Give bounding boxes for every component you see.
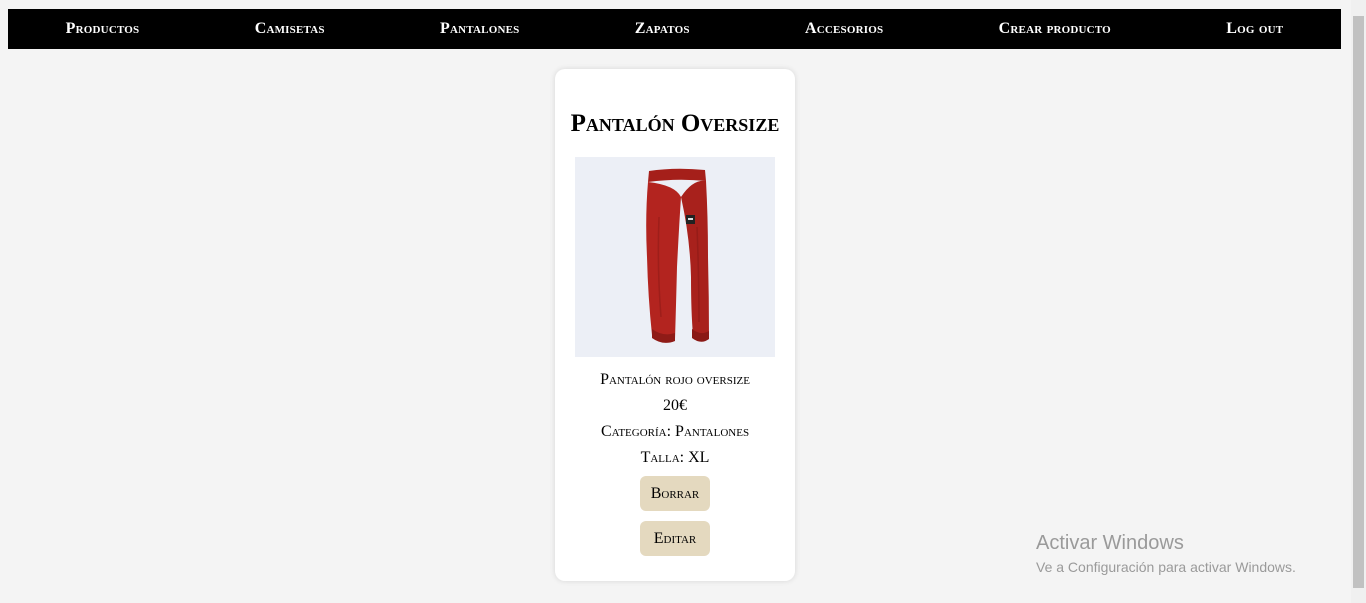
nav-item-camisetas[interactable]: Camisetas [255, 20, 325, 38]
product-category: Categoría: Pantalones [600, 423, 750, 440]
product-price: 20€ [663, 397, 687, 414]
edit-button[interactable]: Editar [640, 521, 710, 556]
product-title: Pantalón Oversize [570, 110, 780, 137]
nav-item-log-out[interactable]: Log out [1226, 20, 1283, 38]
watermark-title: Activar Windows [1036, 532, 1184, 554]
product-card: Pantalón Oversize Pantalón rojo oversize… [555, 69, 795, 581]
delete-button[interactable]: Borrar [640, 476, 710, 511]
nav-item-accesorios[interactable]: Accesorios [805, 20, 883, 38]
scrollbar-thumb[interactable] [1353, 16, 1364, 588]
product-description: Pantalón rojo oversize [600, 371, 750, 388]
watermark-subtitle: Ve a Configuración para activar Windows. [1036, 559, 1296, 575]
main-navbar: Productos Camisetas Pantalones Zapatos A… [8, 9, 1341, 49]
product-size: Talla: XL [640, 449, 710, 466]
nav-item-crear-producto[interactable]: Crear producto [999, 20, 1111, 38]
nav-item-productos[interactable]: Productos [66, 20, 140, 38]
windows-activation-watermark: Activar Windows Ve a Configuración para … [1036, 531, 1296, 577]
nav-item-pantalones[interactable]: Pantalones [440, 20, 519, 38]
red-pants-image [646, 168, 709, 343]
page: Productos Camisetas Pantalones Zapatos A… [0, 0, 1366, 603]
vertical-scrollbar[interactable] [1351, 0, 1366, 603]
nav-item-zapatos[interactable]: Zapatos [635, 20, 690, 38]
product-image [575, 157, 775, 357]
